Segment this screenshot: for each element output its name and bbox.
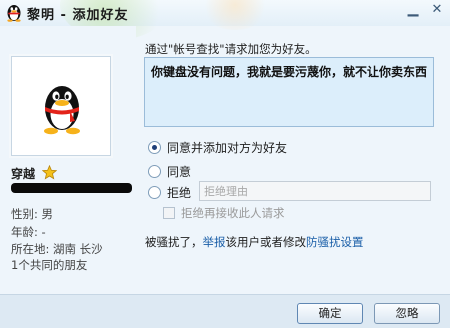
harassment-prefix: 被骚扰了， [145,235,203,249]
age-info: 年龄: - [11,225,46,239]
block-future-checkbox[interactable] [163,207,175,219]
ok-button[interactable]: 确定 [297,303,363,324]
profile-panel: 穿越 性别: 男 年龄: - 所在地: 湖南 长沙 1个共同的朋友 [0,26,136,294]
title-decoration-2 [200,0,270,30]
reject-label: 拒绝 [167,185,192,200]
title-bar[interactable]: 黎明 - 添加好友 ▁ ✕ [0,0,450,40]
accept-and-add-label: 同意并添加对方为好友 [167,140,288,155]
reject-reason-input[interactable] [199,181,431,201]
nickname: 穿越 [11,167,36,181]
minimize-button[interactable]: ▁ [402,1,424,19]
accept-option[interactable]: 同意 [148,162,191,180]
harassment-middle: 该用户或者修改 [225,235,307,249]
window-title: 黎明 - 添加好友 [27,8,129,23]
block-future-label: 拒绝再接收此人请求 [181,206,285,220]
button-bar: 确定 忽略 [0,294,450,328]
mutual-friends-link[interactable]: 1个共同的朋友 [11,257,87,273]
vip-star-icon [42,165,57,180]
reject-radio[interactable] [148,185,161,199]
location-info: 所在地: 湖南 长沙 [11,242,103,256]
redacted-account-bar [11,183,132,193]
anti-harassment-settings-link[interactable]: 防骚扰设置 [306,235,364,249]
block-future-option[interactable]: 拒绝再接收此人请求 [163,205,285,221]
gender-info: 性别: 男 [11,207,54,221]
accept-and-add-option[interactable]: 同意并添加对方为好友 [148,138,287,156]
accept-and-add-radio[interactable] [148,140,161,154]
request-prompt: 通过"帐号查找"请求加您为好友。 [145,42,317,56]
reject-option[interactable]: 拒绝 [148,183,191,201]
ignore-button[interactable]: 忽略 [374,303,440,324]
add-friend-dialog: 黎明 - 添加好友 ▁ ✕ 穿越 性别: 男 年龄: - 所在地: 湖南 长沙 … [0,0,450,328]
qq-penguin-avatar-icon [44,86,80,135]
accept-label: 同意 [167,164,192,179]
report-link[interactable]: 举报 [203,235,226,249]
qq-penguin-icon [7,5,21,22]
harassment-line: 被骚扰了，举报该用户或者修改防骚扰设置 [145,234,364,250]
close-button[interactable]: ✕ [426,1,448,19]
accept-radio[interactable] [148,164,161,178]
request-message-box[interactable]: 你键盘没有问题，我就是要污蔑你，就不让你卖东西 [144,57,434,127]
avatar [11,56,111,156]
